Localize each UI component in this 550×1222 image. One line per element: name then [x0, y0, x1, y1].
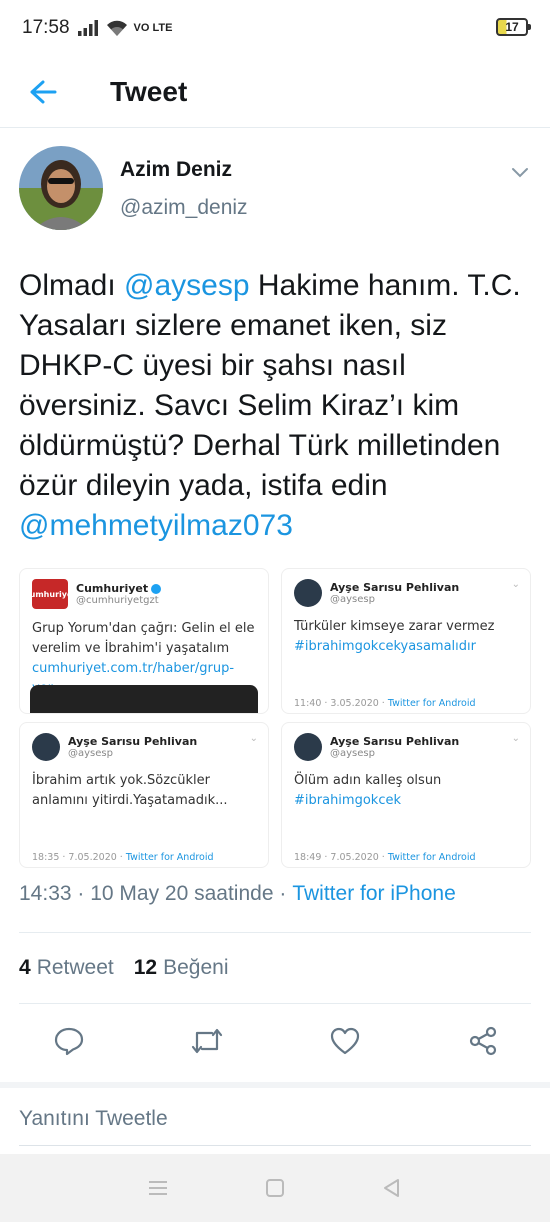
embedded-text: Türküler kimseye zarar vermez [294, 619, 495, 634]
like-button[interactable] [327, 1023, 363, 1059]
embedded-footer: 18:35 · 7.05.2020 · Twitter for Android [32, 852, 214, 863]
mention-link[interactable]: @aysesp [124, 269, 250, 302]
embedded-via: Twitter for Android [125, 852, 214, 863]
reply-input[interactable]: Yanıtını Tweetle [19, 1106, 531, 1146]
menu-icon [149, 1181, 168, 1195]
verified-icon [151, 584, 162, 594]
embedded-text: Grup Yorum'dan çağrı: Gelin el ele verel… [32, 621, 255, 656]
tweet-author[interactable]: Azim Deniz @azim_deniz [19, 146, 531, 230]
media-image[interactable]: ⌄ Ayşe Sarısu Pehlivan @aysesp Ölüm adın… [281, 722, 531, 868]
reply-icon [54, 1027, 84, 1056]
embedded-time: 11:40 · 3.05.2020 · [294, 698, 388, 709]
embedded-footer: 11:40 · 3.05.2020 · Twitter for Android [294, 698, 476, 709]
retweet-count: 4 [19, 956, 31, 979]
reply-bar: Yanıtını Tweetle [0, 1082, 550, 1154]
status-time: 17:58 [22, 17, 70, 38]
home-icon [265, 1179, 284, 1197]
embedded-avatar [32, 733, 60, 761]
embedded-time: 18:49 · 7.05.2020 · [294, 852, 388, 863]
embedded-tweet-header: Ayşe Sarısu Pehlivan @aysesp [282, 569, 530, 607]
home-button[interactable] [255, 1168, 295, 1208]
embedded-time: 18:35 · 7.05.2020 · [32, 852, 126, 863]
volte-label: VO LTE [133, 22, 173, 34]
status-bar: 17:58 VO LTE 17 [0, 0, 550, 56]
embedded-via: Twitter for Android [387, 698, 476, 709]
tweet-source-link[interactable]: Twitter for iPhone [292, 882, 455, 906]
menu-button[interactable] [138, 1168, 178, 1208]
chevron-down-icon: ⌄ [511, 579, 520, 590]
embedded-author-name: Cumhuriyet [76, 582, 149, 595]
embedded-hashtag: #ibrahimgokcekyasamalıdır [294, 639, 476, 654]
embedded-footer: 18:49 · 7.05.2020 · Twitter for Android [294, 852, 476, 863]
cumhuriyet-logo: Cumhuriyet [24, 579, 76, 609]
embedded-tweet-header: Cumhuriyet Cumhuriyet @cumhuriyetgzt [20, 569, 268, 609]
embedded-tweet-text: Ölüm adın kalleş olsun #ibrahimgokcek [282, 761, 530, 811]
like-label: Beğeni [163, 956, 229, 979]
back-nav-button[interactable] [372, 1168, 412, 1208]
tweet-stats: 4 Retweet 12 Beğeni [19, 933, 531, 1003]
status-icons: VO LTE [77, 20, 173, 37]
like-count: 12 [133, 956, 158, 979]
media-image[interactable]: ⌄ Ayşe Sarısu Pehlivan @aysesp İbrahim a… [19, 722, 269, 868]
tweet-options-button[interactable] [508, 160, 532, 184]
embedded-hashtag: #ibrahimgokcek [294, 793, 401, 808]
battery-level: 17 [505, 20, 519, 34]
retweet-button[interactable] [189, 1023, 225, 1059]
tweet-text: Olmadı @aysesp Hakime hanım. T.C. Yasala… [19, 266, 531, 546]
tweet-meta: 14:33 · 10 May 20 saatinde · Twitter for… [19, 878, 531, 910]
tweet-actions [19, 1004, 531, 1078]
embedded-author-name: Ayşe Sarısu Pehlivan [68, 735, 198, 748]
mention-link[interactable]: @mehmetyilmaz073 [19, 509, 293, 542]
retweet-icon [191, 1028, 223, 1054]
reply-button[interactable] [51, 1023, 87, 1059]
chevron-down-icon [512, 168, 528, 178]
author-name[interactable]: Azim Deniz [120, 158, 248, 182]
embedded-author-handle: @aysesp [330, 594, 375, 605]
embedded-author-handle: @aysesp [68, 748, 113, 759]
chevron-down-icon: ⌄ [511, 733, 520, 744]
embedded-image [30, 685, 258, 713]
embedded-tweet-text: İbrahim artık yok.Sözcükler anlamını yit… [32, 773, 228, 808]
embedded-text: Ölüm adın kalleş olsun [294, 773, 442, 788]
share-icon [469, 1026, 497, 1056]
tweet-text-part: Hakime hanım. T.C. Yasaları sizlere eman… [19, 269, 521, 502]
author-handle[interactable]: @azim_deniz [120, 196, 248, 220]
media-image[interactable]: Cumhuriyet Cumhuriyet @cumhuriyetgzt Gru… [19, 568, 269, 714]
tweet-timestamp: 14:33 · 10 May 20 saatinde · [19, 882, 287, 905]
signal-icon [77, 20, 98, 36]
back-button[interactable] [13, 62, 73, 122]
embedded-tweet-text: Türküler kimseye zarar vermez #ibrahimgo… [282, 607, 530, 657]
wifi-icon [106, 20, 127, 36]
embedded-tweet-header: Ayşe Sarısu Pehlivan @aysesp [282, 723, 530, 761]
embedded-via: Twitter for Android [387, 852, 476, 863]
chevron-down-icon: ⌄ [249, 733, 258, 744]
retweet-label: Retweet [36, 956, 114, 979]
page-title: Tweet [110, 75, 188, 107]
avatar[interactable] [19, 146, 103, 230]
tweet-detail: Azim Deniz @azim_deniz Olmadı @aysesp Ha… [0, 128, 550, 1078]
author-info: Azim Deniz @azim_deniz [120, 158, 248, 220]
embedded-avatar [294, 579, 322, 607]
media-grid: Cumhuriyet Cumhuriyet @cumhuriyetgzt Gru… [19, 568, 531, 868]
embedded-avatar [294, 733, 322, 761]
heart-icon [330, 1027, 360, 1055]
embedded-author-handle: @cumhuriyetgzt [76, 595, 159, 606]
app-header: Tweet [0, 56, 550, 128]
embedded-tweet-header: Ayşe Sarısu Pehlivan @aysesp [20, 723, 268, 761]
tweet-text-part: Olmadı [19, 269, 125, 302]
battery-icon: 17 [496, 18, 531, 36]
triangle-back-icon [383, 1179, 399, 1197]
embedded-author-name: Ayşe Sarısu Pehlivan [330, 735, 460, 748]
retweet-stat[interactable]: 4 Retweet [19, 956, 114, 980]
media-image[interactable]: ⌄ Ayşe Sarısu Pehlivan @aysesp Türküler … [281, 568, 531, 714]
like-stat[interactable]: 12 Beğeni [134, 956, 229, 980]
embedded-author-handle: @aysesp [330, 748, 375, 759]
system-nav-bar [0, 1154, 550, 1222]
embedded-author-name: Ayşe Sarısu Pehlivan [330, 581, 460, 594]
share-button[interactable] [465, 1023, 501, 1059]
arrow-left-icon [30, 80, 57, 103]
